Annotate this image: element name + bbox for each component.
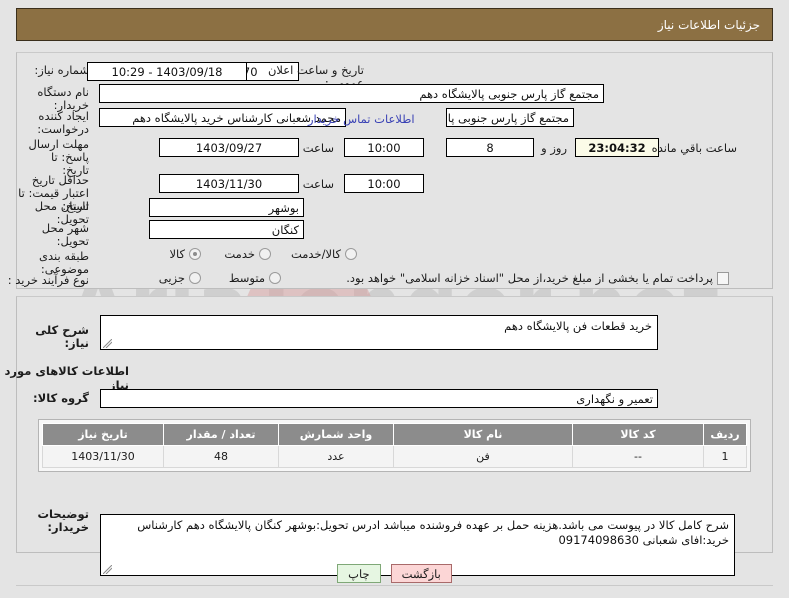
resize-grip-icon[interactable] [103, 339, 112, 348]
footer-divider [16, 585, 773, 586]
need-desc-label: شرح کلی نیاز: [35, 323, 89, 350]
deadline-label: مهلت ارسال پاسخ: تا تاریخ: [28, 137, 89, 177]
cell-need-date: 1403/11/30 [42, 445, 164, 468]
validity-time-label: ساعت [302, 177, 334, 191]
cell-code: -- [572, 445, 704, 468]
col-name: نام کالا [393, 423, 573, 446]
cell-qty: 48 [163, 445, 279, 468]
deadline-time-label: ساعت [302, 141, 334, 155]
city-label: شهر محل تحویل: [41, 221, 89, 248]
remaining-suffix-label: ساعت باقي مانده [651, 141, 737, 155]
goods-section-title: اطلاعات کالاهای مورد نیاز [4, 364, 130, 392]
page-title: جزئیات اطلاعات نیاز [657, 17, 760, 32]
col-qty: تعداد / مقدار [163, 423, 279, 446]
goods-table: ردیف کد کالا نام کالا واحد شمارش تعداد /… [42, 423, 747, 468]
cell-unit: عدد [278, 445, 394, 468]
process-label: نوع فرآیند خرید : [7, 273, 89, 287]
category-option-2[interactable]: کالا/خدمت [291, 247, 357, 261]
need-desc-value: خرید قطعات فن پالایشگاه دهم [504, 319, 652, 333]
remaining-days-field: 8 [446, 138, 534, 157]
cell-name: فن [393, 445, 573, 468]
table-header-row: ردیف کد کالا نام کالا واحد شمارش تعداد /… [42, 423, 747, 446]
buyer-notes-label: توضیحات خریدار: [37, 507, 90, 534]
print-button[interactable]: چاپ [337, 564, 381, 583]
buyer-org-field: مجتمع گاز پارس جنوبی پالایشگاه دهم [99, 84, 604, 103]
remaining-clock-field: 23:04:32 [575, 138, 659, 157]
radio-icon[interactable] [189, 248, 201, 260]
table-row[interactable]: 1 -- فن عدد 48 1403/11/30 [42, 445, 747, 468]
category-option-2-label: کالا/خدمت [290, 247, 341, 261]
cell-index: 1 [703, 445, 747, 468]
category-option-0[interactable]: کالا [169, 247, 201, 261]
radio-icon[interactable] [259, 248, 271, 260]
col-index: ردیف [703, 423, 747, 446]
col-code: کد کالا [572, 423, 704, 446]
process-option-0-label: جزیی [158, 271, 185, 285]
deadline-date-field: 1403/09/27 [159, 138, 299, 157]
radio-icon[interactable] [345, 248, 357, 260]
buyer-contact-link[interactable]: اطلاعات تماس خریدار [308, 112, 415, 126]
creator-org-field: مجتمع گاز پارس جنوبی پالایشگ [446, 108, 574, 127]
need-desc-textarea[interactable]: خرید قطعات فن پالایشگاه دهم [100, 315, 658, 350]
col-need-date: تاریخ نیاز [42, 423, 164, 446]
goods-table-container: ردیف کد کالا نام کالا واحد شمارش تعداد /… [38, 419, 751, 472]
need-number-label: شماره نیاز: [34, 63, 89, 77]
province-field: بوشهر [149, 198, 304, 217]
goods-group-label: گروه کالا: [33, 391, 89, 405]
process-option-1[interactable]: متوسط [229, 271, 281, 285]
process-option-1-label: متوسط [228, 271, 265, 285]
radio-icon[interactable] [269, 272, 281, 284]
payment-checkbox-row[interactable]: پرداخت تمام یا بخشی از مبلغ خرید،از محل … [346, 271, 729, 285]
city-field: کنگان [149, 220, 304, 239]
back-button[interactable]: بازگشت [390, 564, 452, 583]
page-root: AriaTender.net جزئیات اطلاعات نیاز شماره… [0, 0, 789, 598]
goods-group-field: تعمیر و نگهداری [100, 389, 658, 408]
category-option-1[interactable]: خدمت [224, 247, 271, 261]
category-option-0-label: کالا [169, 247, 185, 261]
page-header: جزئیات اطلاعات نیاز [16, 8, 773, 41]
buyer-notes-value: شرح کامل کالا در پیوست می باشد.هزینه حمل… [137, 518, 729, 547]
checkbox-icon[interactable] [717, 271, 729, 285]
radio-icon[interactable] [189, 272, 201, 284]
col-unit: واحد شمارش [278, 423, 394, 446]
footer-buttons: بازگشت چاپ [0, 564, 789, 583]
announce-datetime-field: 1403/09/18 - 10:29 [87, 62, 247, 81]
validity-time-field: 10:00 [344, 174, 424, 193]
validity-date-field: 1403/11/30 [159, 174, 299, 193]
remaining-days-suffix: روز و [541, 141, 567, 155]
payment-checkbox-label: پرداخت تمام یا بخشی از مبلغ خرید،از محل … [346, 271, 713, 285]
process-option-0[interactable]: جزیی [159, 271, 201, 285]
category-option-1-label: خدمت [224, 247, 255, 261]
deadline-time-field: 10:00 [344, 138, 424, 157]
creator-label: ایجاد کننده درخواست: [37, 109, 89, 136]
